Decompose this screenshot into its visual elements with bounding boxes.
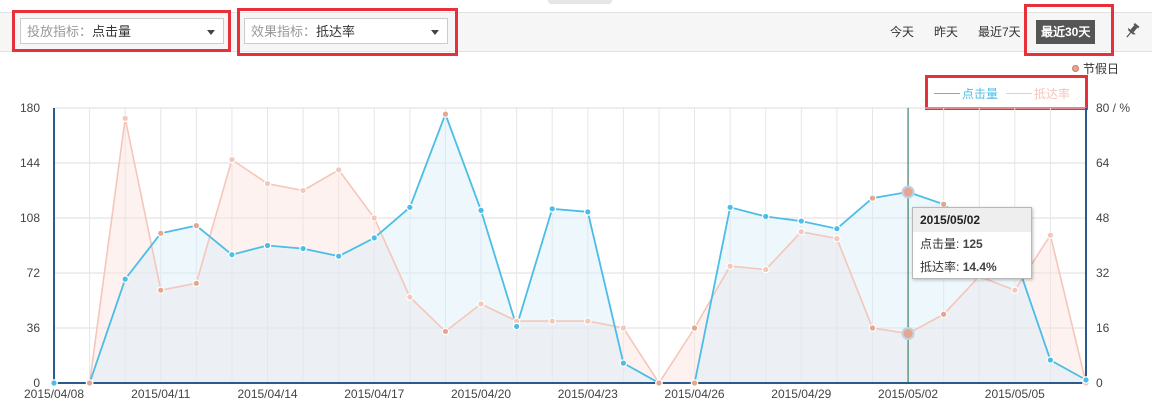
reach-point: [939, 310, 948, 319]
reach-point: [156, 286, 165, 294]
x-tick-label: 2015/04/08: [24, 387, 84, 401]
clicks-point: [1046, 356, 1055, 364]
y-left-tick-label: 36: [27, 321, 41, 335]
legend-line-reach: [1006, 93, 1033, 94]
holiday-dot-icon: [1072, 65, 1079, 72]
clicks-point: [299, 244, 307, 253]
y-left-tick-label: 180: [20, 101, 40, 115]
reach-point: [690, 324, 699, 332]
metric-effect-label: 效果指标：: [251, 24, 317, 39]
reach-point: [761, 265, 770, 274]
x-tick-label: 2015/05/05: [985, 387, 1045, 401]
clicks-point: [619, 359, 628, 367]
reach-point: [477, 300, 485, 308]
x-tick-label: 2015/04/20: [451, 387, 511, 401]
reach-point: [868, 324, 877, 332]
chevron-down-icon: [431, 30, 439, 35]
reach-point: [192, 279, 201, 288]
x-tick-label: 2015/04/23: [558, 387, 618, 401]
reach-point: [1046, 231, 1055, 239]
clicks-point: [192, 221, 201, 230]
reach-point: [1011, 286, 1019, 294]
y-right-tick-label: 0: [1096, 376, 1103, 390]
x-tick-label: 2015/04/26: [665, 387, 725, 401]
clicks-point: [85, 379, 94, 387]
top-tab-indicator: [548, 0, 612, 4]
clicks-point: [868, 194, 877, 202]
clicks-point: [50, 379, 58, 387]
metric-delivery-select[interactable]: 投放指标：点击量: [20, 18, 224, 44]
reach-point: [406, 293, 414, 301]
y-right-tick-label: 48: [1096, 211, 1110, 225]
clicks-point: [901, 185, 915, 199]
clicks-point: [441, 110, 450, 118]
clicks-point: [512, 322, 521, 331]
clicks-point: [797, 217, 806, 225]
y-left-tick-label: 144: [20, 156, 40, 170]
reach-point: [726, 262, 734, 270]
tooltip-row-reach: 抵达率: 14.4%: [913, 255, 1031, 278]
x-tick-label: 2015/05/02: [878, 387, 938, 401]
clicks-point: [583, 208, 592, 216]
reach-point: [370, 214, 379, 222]
clicks-point: [1082, 376, 1090, 384]
x-tick-label: 2015/04/11: [131, 387, 190, 401]
reach-point: [619, 324, 628, 332]
legend-line-clicks: [934, 93, 960, 94]
reach-point: [228, 155, 236, 164]
clicks-point: [370, 234, 379, 242]
reach-point: [263, 179, 272, 188]
metric-delivery-label: 投放指标：: [27, 24, 93, 39]
reach-point: [299, 186, 307, 195]
reach-point: [833, 234, 841, 243]
metric-effect-value: 抵达率: [316, 24, 356, 39]
clicks-point: [833, 224, 841, 233]
pin-icon[interactable]: [1123, 22, 1141, 40]
y-right-tick-label: 16: [1096, 321, 1110, 335]
range-7days-button[interactable]: 最近7天: [978, 21, 1021, 43]
reach-point: [334, 166, 343, 174]
tooltip-label: 抵达率:: [920, 260, 960, 274]
clicks-point: [655, 379, 663, 387]
y-right-tick-label: 64: [1096, 156, 1110, 170]
tooltip-label: 点击量:: [920, 237, 960, 251]
reach-point: [548, 317, 557, 325]
tooltip-value: 125: [962, 237, 983, 251]
y-left-tick-label: 108: [20, 211, 40, 225]
tooltip-value: 14.4%: [962, 260, 997, 274]
clicks-point: [761, 212, 770, 221]
metric-delivery-value: 点击量: [92, 24, 132, 39]
reach-point: [441, 327, 450, 336]
reach-point: [901, 327, 915, 340]
x-tick-label: 2015/04/14: [237, 387, 297, 401]
clicks-point: [406, 203, 414, 212]
tooltip-date: 2015/05/02: [913, 208, 1031, 232]
x-tick-label: 2015/04/29: [771, 387, 831, 401]
clicks-point: [690, 379, 699, 387]
clicks-point: [228, 250, 236, 259]
data-tooltip: 2015/05/02 点击量: 125 抵达率: 14.4%: [912, 207, 1032, 279]
clicks-point: [263, 241, 272, 250]
range-yesterday-button[interactable]: 昨天: [934, 21, 958, 43]
range-today-button[interactable]: 今天: [890, 21, 914, 43]
holiday-legend: 节假日: [1072, 60, 1119, 77]
chevron-down-icon: [207, 30, 215, 35]
reach-point: [121, 114, 129, 123]
clicks-point: [121, 275, 129, 283]
reach-point: [583, 317, 592, 325]
tooltip-row-clicks: 点击量: 125: [913, 232, 1031, 255]
holiday-legend-label: 节假日: [1083, 62, 1120, 76]
clicks-point: [548, 205, 557, 213]
clicks-point: [156, 229, 165, 238]
clicks-point: [477, 206, 485, 215]
y-left-tick-label: 72: [27, 266, 41, 280]
metric-effect-select[interactable]: 效果指标：抵达率: [244, 18, 448, 44]
y-right-tick-label: 32: [1096, 266, 1110, 280]
x-tick-label: 2015/04/17: [344, 387, 404, 401]
y-right-tick-label: 80 / %: [1096, 101, 1130, 115]
reach-point: [797, 227, 806, 236]
clicks-point: [334, 252, 343, 260]
range-30days-button[interactable]: 最近30天: [1036, 20, 1096, 44]
clicks-point: [726, 203, 734, 212]
